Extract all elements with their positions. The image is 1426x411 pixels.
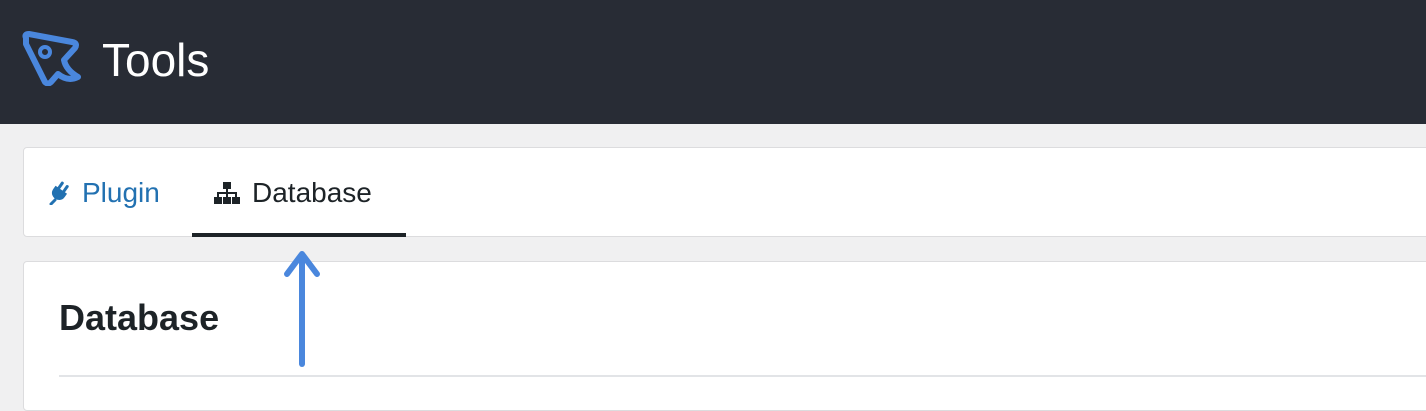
plug-icon: [49, 181, 69, 205]
arrow-up-icon: [284, 251, 320, 367]
app-title: Tools: [102, 34, 210, 86]
divider: [59, 375, 1426, 377]
content-panel: Database: [23, 261, 1426, 411]
sitemap-icon: [214, 181, 240, 204]
tab-plugin-label: Plugin: [82, 176, 160, 208]
top-bar: Tools: [0, 0, 1426, 124]
app-logo-icon: [22, 31, 81, 86]
tab-database-label: Database: [252, 176, 372, 208]
tab-database[interactable]: Database: [192, 148, 406, 237]
tab-bar: Plugin Database: [23, 147, 1426, 237]
tab-plugin[interactable]: Plugin: [48, 148, 160, 237]
section-title: Database: [59, 297, 220, 338]
